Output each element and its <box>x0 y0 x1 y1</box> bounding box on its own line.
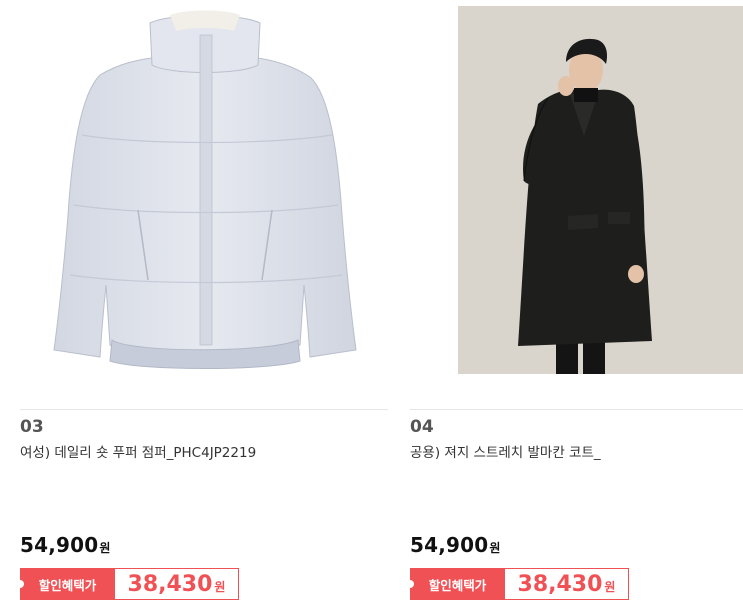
product-title[interactable]: 공용) 져지 스트레치 발마칸 코트_ <box>410 441 601 461</box>
price-currency: 원 <box>489 541 501 555</box>
product-rank: 04 <box>410 417 434 437</box>
product-price: 54,900원 <box>20 533 110 557</box>
price-value: 54,900 <box>410 533 489 557</box>
product-title[interactable]: 여성) 데일리 숏 푸퍼 점퍼_PHC4JP2219 <box>20 441 256 461</box>
card-divider <box>20 409 388 410</box>
discount-price-box: 할인혜택가 38,430 원 <box>16 568 239 600</box>
discount-price-box: 할인혜택가 38,430 원 <box>406 568 629 600</box>
discount-price-currency: 원 <box>214 580 226 594</box>
discount-price-value: 38,430 <box>127 572 213 597</box>
discount-price-currency: 원 <box>604 580 616 594</box>
product-image-balmacaan-coat[interactable] <box>458 6 743 374</box>
puffer-jacket-illustration <box>53 10 357 369</box>
coat-model-illustration <box>458 6 743 374</box>
product-rank: 03 <box>20 417 44 437</box>
card-divider <box>410 409 743 410</box>
price-value: 54,900 <box>20 533 99 557</box>
discount-label: 할인혜택가 <box>16 568 115 600</box>
discount-label: 할인혜택가 <box>406 568 505 600</box>
discount-price-value: 38,430 <box>517 572 603 597</box>
product-price: 54,900원 <box>410 533 500 557</box>
product-card-03[interactable]: 03 여성) 데일리 숏 푸퍼 점퍼_PHC4JP2219 54,900원 할인… <box>0 0 390 615</box>
product-image-puffer-jacket[interactable] <box>20 5 388 375</box>
price-currency: 원 <box>99 541 111 555</box>
discount-price: 38,430 원 <box>505 568 629 600</box>
product-card-04[interactable]: 04 공용) 져지 스트레치 발마칸 코트_ 54,900원 할인혜택가 38,… <box>390 0 743 615</box>
discount-price: 38,430 원 <box>115 568 239 600</box>
